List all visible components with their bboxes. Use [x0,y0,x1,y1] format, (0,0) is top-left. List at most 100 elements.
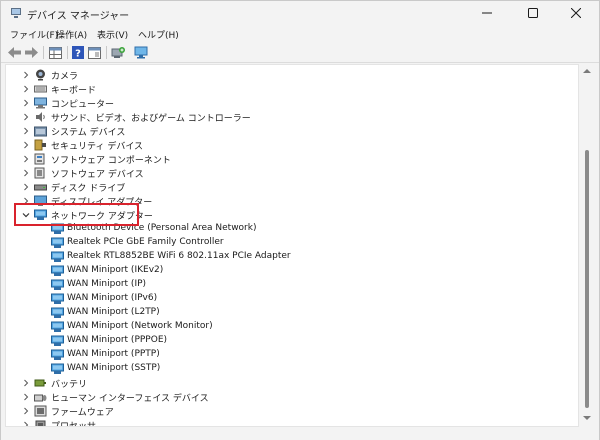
network-adapter-item[interactable]: WAN Miniport (PPPOE) [6,334,566,348]
properties-button[interactable] [47,45,63,60]
tree-category-camera[interactable]: カメラ [6,68,566,82]
chevron-right-icon[interactable] [22,421,30,427]
computer-icon [34,97,47,109]
network-adapter-icon [51,307,64,318]
network-adapter-item[interactable]: WAN Miniport (SSTP) [6,362,566,376]
network-adapter-label: Realtek PCIe GbE Family Controller [67,237,224,247]
processor-icon [35,420,46,426]
network-adapter-item[interactable]: Realtek PCIe GbE Family Controller [6,236,566,250]
help-button[interactable]: ? [70,45,86,60]
chevron-right-icon[interactable] [22,379,30,387]
device-manager-app-icon [11,8,21,18]
tree-category-label: コンピューター [51,100,115,110]
device-manager-window: デバイス マネージャー ファイル(F) 操作(A) 表示(V) ヘルプ(H) ? [0,0,600,440]
network-adapter-label: Realtek RTL8852BE WiFi 6 802.11ax PCIe A… [67,251,291,261]
tree-category-disk-drives[interactable]: ディスク ドライブ [6,180,566,194]
chevron-right-icon[interactable] [22,141,30,149]
tree-category-keyboard[interactable]: キーボード [6,82,566,96]
chevron-right-icon[interactable] [22,407,30,415]
menu-view[interactable]: 表示(V) [97,28,128,41]
tree-category-label: プロセッサ [51,422,97,427]
tree-category-label: ファームウェア [51,408,114,418]
forward-arrow-icon [24,47,38,58]
chevron-right-icon[interactable] [22,183,30,191]
scroll-up-icon[interactable] [583,68,591,74]
menu-file[interactable]: ファイル(F) [10,28,58,41]
toolbar-separator [106,46,107,59]
vertical-scrollbar[interactable] [580,64,594,427]
tree-category-label: ソフトウェア デバイス [51,170,144,180]
network-adapter-item[interactable]: WAN Miniport (IP) [6,278,566,292]
firmware-icon [34,405,47,417]
tree-category-software-components[interactable]: ソフトウェア コンポーネント [6,152,566,166]
minimize-button[interactable] [464,1,510,25]
tree-category-batteries[interactable]: バッテリ [6,376,566,390]
window-title: デバイス マネージャー [27,11,130,22]
chevron-right-icon[interactable] [22,99,30,107]
network-adapter-icon [51,321,64,332]
network-adapter-item[interactable]: WAN Miniport (Network Monitor) [6,320,566,334]
network-adapter-item[interactable]: WAN Miniport (PPTP) [6,348,566,362]
chevron-right-icon[interactable] [22,71,30,79]
forward-button[interactable] [23,45,39,60]
svg-text:?: ? [75,49,81,60]
tree-category-label: キーボード [51,86,97,96]
toolbar-separator [43,46,44,59]
security-key-icon [34,139,46,151]
chevron-right-icon[interactable] [22,393,30,401]
network-adapter-icon [51,279,64,290]
network-adapter-icon [51,251,64,262]
network-adapter-item[interactable]: WAN Miniport (IPv6) [6,292,566,306]
network-adapter-label: WAN Miniport (IKEv2) [67,265,164,275]
camera-icon [36,69,45,81]
tree-category-firmware[interactable]: ファームウェア [6,404,566,418]
show-hide-button[interactable] [86,45,102,60]
menu-action[interactable]: 操作(A) [56,28,87,41]
battery-icon [34,379,46,387]
network-adapter-label: WAN Miniport (SSTP) [67,363,161,373]
chevron-right-icon[interactable] [22,85,30,93]
network-adapter-label: WAN Miniport (PPTP) [67,349,160,359]
chevron-right-icon[interactable] [22,155,30,163]
highlight-annotation-box [14,203,139,226]
network-adapter-item[interactable]: WAN Miniport (L2TP) [6,306,566,320]
network-adapter-icon [51,237,64,248]
title-bar[interactable]: デバイス マネージャー [1,1,599,25]
show-hide-icon [87,46,101,59]
scan-hardware-button[interactable] [133,45,149,60]
network-adapter-item[interactable]: Realtek RTL8852BE WiFi 6 802.11ax PCIe A… [6,250,566,264]
tree-category-software-devices[interactable]: ソフトウェア デバイス [6,166,566,180]
menu-help[interactable]: ヘルプ(H) [138,28,179,41]
disk-drive-icon [34,184,47,191]
toolbar-separator [67,46,68,59]
close-button[interactable] [553,1,599,25]
tree-category-system-devices[interactable]: システム デバイス [6,124,566,138]
maximize-icon [528,8,538,18]
menu-bar: ファイル(F) 操作(A) 表示(V) ヘルプ(H) [1,25,599,42]
chevron-right-icon[interactable] [22,169,30,177]
network-adapter-icon [51,293,64,304]
chevron-right-icon[interactable] [22,113,30,121]
tree-category-label: セキュリティ デバイス [51,142,144,152]
tree-category-label: ディスク ドライブ [51,184,126,194]
software-device-icon [34,167,45,179]
tree-category-sound[interactable]: サウンド、ビデオ、およびゲーム コントローラー [6,110,566,124]
network-adapter-label: WAN Miniport (L2TP) [67,307,160,317]
network-adapter-icon [51,335,64,346]
tree-category-computer[interactable]: コンピューター [6,96,566,110]
network-adapter-label: WAN Miniport (IP) [67,279,147,289]
back-button[interactable] [6,45,22,60]
tree-category-hid[interactable]: ヒューマン インターフェイス デバイス [6,390,566,404]
software-component-icon [34,153,45,165]
tree-category-security-devices[interactable]: セキュリティ デバイス [6,138,566,152]
device-tree[interactable]: カメラ キーボード コンピューター サウンド、ビデオ、およびゲーム コントローラ… [5,64,579,427]
update-driver-button[interactable] [110,45,126,60]
scroll-down-icon[interactable] [583,415,591,421]
maximize-button[interactable] [510,1,556,25]
scrollbar-thumb[interactable] [585,150,589,408]
tree-category-processors[interactable]: プロセッサ [6,418,566,427]
chevron-right-icon[interactable] [22,127,30,135]
network-adapter-item[interactable]: WAN Miniport (IKEv2) [6,264,566,278]
monitor-scan-icon [134,46,148,59]
network-adapter-label: WAN Miniport (Network Monitor) [67,321,213,331]
